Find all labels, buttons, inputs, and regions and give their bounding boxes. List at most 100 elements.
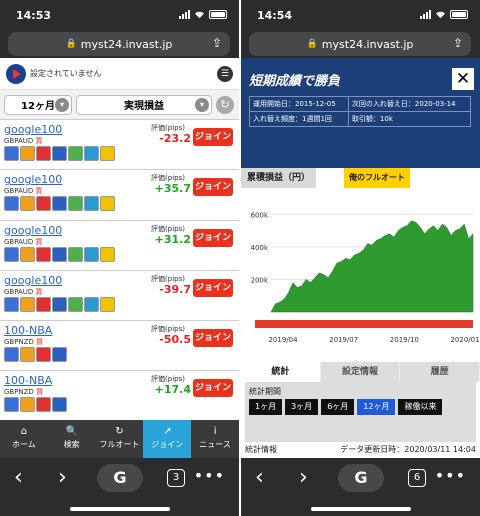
status-bar: 14:54 xyxy=(241,0,480,30)
tab-join[interactable]: ↗ ジョイン xyxy=(143,420,192,458)
eval-value: -23.2 xyxy=(159,132,191,145)
tag-icon xyxy=(36,347,51,363)
metric-select[interactable]: 実現損益 ▾ xyxy=(76,94,212,115)
refresh-icon: ↻ xyxy=(115,426,124,437)
currency-pair: GBPAUD 買 xyxy=(4,237,43,246)
strategy-name[interactable]: 100-NBA xyxy=(4,374,52,387)
more-icon[interactable]: ••• xyxy=(435,466,466,485)
refresh-icon[interactable]: ↻ xyxy=(216,95,234,114)
detail-tabs: 統計 設定情報 履歴 xyxy=(241,362,480,382)
tag-icon xyxy=(52,196,67,212)
address-bar[interactable]: 🔒 myst24.invast.jp ⇪ xyxy=(8,32,230,56)
tag-icon xyxy=(20,246,35,262)
info-icon: i xyxy=(213,426,217,437)
share-icon[interactable]: ⇪ xyxy=(453,36,463,50)
tag-icon xyxy=(84,296,99,312)
period-select[interactable]: 12ヶ月 ▾ xyxy=(4,94,72,115)
menu-icon[interactable]: ☰ xyxy=(217,65,233,82)
tab-refresh[interactable]: ↻ フルオート xyxy=(96,420,144,458)
period-button[interactable]: 3ヶ月 xyxy=(285,399,319,415)
trade-amount: 10k xyxy=(379,115,393,123)
forward-icon[interactable]: › xyxy=(299,466,308,490)
more-icon[interactable]: ••• xyxy=(194,466,225,485)
join-icon: ↗ xyxy=(163,426,172,437)
strategy-tags xyxy=(4,397,67,413)
strategy-row[interactable]: google100 GBPAUD 買評価(pips) -23.2 ジョイン xyxy=(0,120,239,171)
detail-tab[interactable]: 統計 xyxy=(241,362,320,382)
cellular-signal-icon xyxy=(420,10,431,19)
swap-frequency: 1週間1回 xyxy=(302,115,332,123)
strategy-row[interactable]: google100 GBPAUD 買評価(pips) +35.7 ジョイン xyxy=(0,170,239,221)
stats-period-panel: 統計期間 1ヶ月 3ヶ月 6ヶ月 12ヶ月 稼働以来 xyxy=(245,382,476,442)
period-button[interactable]: 6ヶ月 xyxy=(321,399,355,415)
strategy-name[interactable]: google100 xyxy=(4,123,62,136)
join-button[interactable]: ジョイン xyxy=(193,178,233,197)
currency-pair: GBPNZD 買 xyxy=(4,338,44,347)
google-search-button[interactable]: G xyxy=(97,464,143,492)
chevron-down-icon: ▾ xyxy=(195,97,209,112)
strategy-row[interactable]: google100 GBPAUD 買評価(pips) +31.2 ジョイン xyxy=(0,220,239,271)
tag-icon xyxy=(100,196,115,212)
url-text: myst24.invast.jp xyxy=(321,37,414,51)
period-button[interactable]: 12ヶ月 xyxy=(357,399,396,415)
join-button[interactable]: ジョイン xyxy=(193,278,233,297)
back-icon[interactable]: ‹ xyxy=(14,466,23,490)
tag-icon xyxy=(68,196,83,212)
tabs-count-button[interactable]: 6 xyxy=(408,469,426,487)
strategy-name[interactable]: google100 xyxy=(4,173,62,186)
tag-icon xyxy=(52,397,67,413)
period-button[interactable]: 1ヶ月 xyxy=(249,399,283,415)
forward-icon[interactable]: › xyxy=(58,466,67,490)
home-indicator xyxy=(311,507,411,511)
chart-svg: 200k 400k 600k 2019/04 2019/07 2019/10 2020/01 xyxy=(251,211,480,344)
stats-label: 統計情報 xyxy=(245,445,277,454)
strategy-tags xyxy=(4,347,67,363)
x-tick-label: 2020/01 xyxy=(450,336,479,344)
join-button[interactable]: ジョイン xyxy=(193,128,233,146)
tab-home[interactable]: ⌂ ホーム xyxy=(0,420,48,458)
y-tick-label: 400k xyxy=(251,244,269,252)
join-button[interactable]: ジョイン xyxy=(193,379,233,398)
currency-pair: GBPNZD 買 xyxy=(4,388,44,397)
period-label: 統計期間 xyxy=(249,387,281,396)
tag-icon xyxy=(100,146,115,161)
strategy-row[interactable]: google100 GBPAUD 買評価(pips) -39.7 ジョイン xyxy=(0,270,239,322)
tabs-count-button[interactable]: 3 xyxy=(167,469,185,487)
close-icon[interactable]: ✕ xyxy=(452,68,474,90)
address-bar[interactable]: 🔒 myst24.invast.jp ⇪ xyxy=(249,32,471,56)
strategy-row[interactable]: 100-NBA GBPNZD 買評価(pips) +17.4 ジョイン xyxy=(0,371,239,422)
tag-icon xyxy=(36,296,51,312)
next-swap-date: 2020-03-14 xyxy=(414,100,456,108)
tag-icon xyxy=(68,296,83,312)
settings-status-text: 設定されていません xyxy=(30,69,102,78)
app-header: 設定されていません ☰ xyxy=(0,58,239,90)
tab-search[interactable]: 🔍 検索 xyxy=(48,420,96,458)
strategy-tags xyxy=(4,296,115,312)
google-search-button[interactable]: G xyxy=(338,464,384,492)
detail-tab[interactable]: 設定情報 xyxy=(320,362,400,382)
status-bar: 14:53 xyxy=(0,0,239,30)
search-icon: 🔍 xyxy=(65,426,78,437)
join-button[interactable]: ジョイン xyxy=(193,228,233,247)
y-tick-label: 200k xyxy=(251,276,269,284)
detail-tab[interactable]: 履歴 xyxy=(400,362,480,382)
share-icon[interactable]: ⇪ xyxy=(212,36,222,50)
home-indicator xyxy=(70,507,170,511)
strategy-title: 短期成績で勝負 xyxy=(249,74,341,89)
tag-icon xyxy=(100,246,115,262)
back-icon[interactable]: ‹ xyxy=(255,466,264,490)
strategy-name[interactable]: google100 xyxy=(4,224,62,237)
tag-icon xyxy=(4,397,19,413)
pl-area-series xyxy=(270,220,474,313)
strategy-row[interactable]: 100-NBA GBPNZD 買評価(pips) -50.5 ジョイン xyxy=(0,321,239,372)
period-button[interactable]: 稼働以来 xyxy=(398,399,443,415)
join-button[interactable]: ジョイン xyxy=(193,329,233,348)
strategy-name[interactable]: 100-NBA xyxy=(4,324,52,337)
tab-info[interactable]: i ニュース xyxy=(191,420,239,458)
strategy-name[interactable]: google100 xyxy=(4,274,62,287)
full-auto-badge[interactable]: 俺のフルオート xyxy=(344,168,410,188)
cumulative-pl-chart: 累積損益（円） 俺のフルオート 200k 400k 600k 2019/04 2019/… xyxy=(241,168,480,358)
tag-icon xyxy=(4,146,19,161)
cellular-signal-icon xyxy=(179,10,190,19)
battery-icon xyxy=(450,10,468,19)
